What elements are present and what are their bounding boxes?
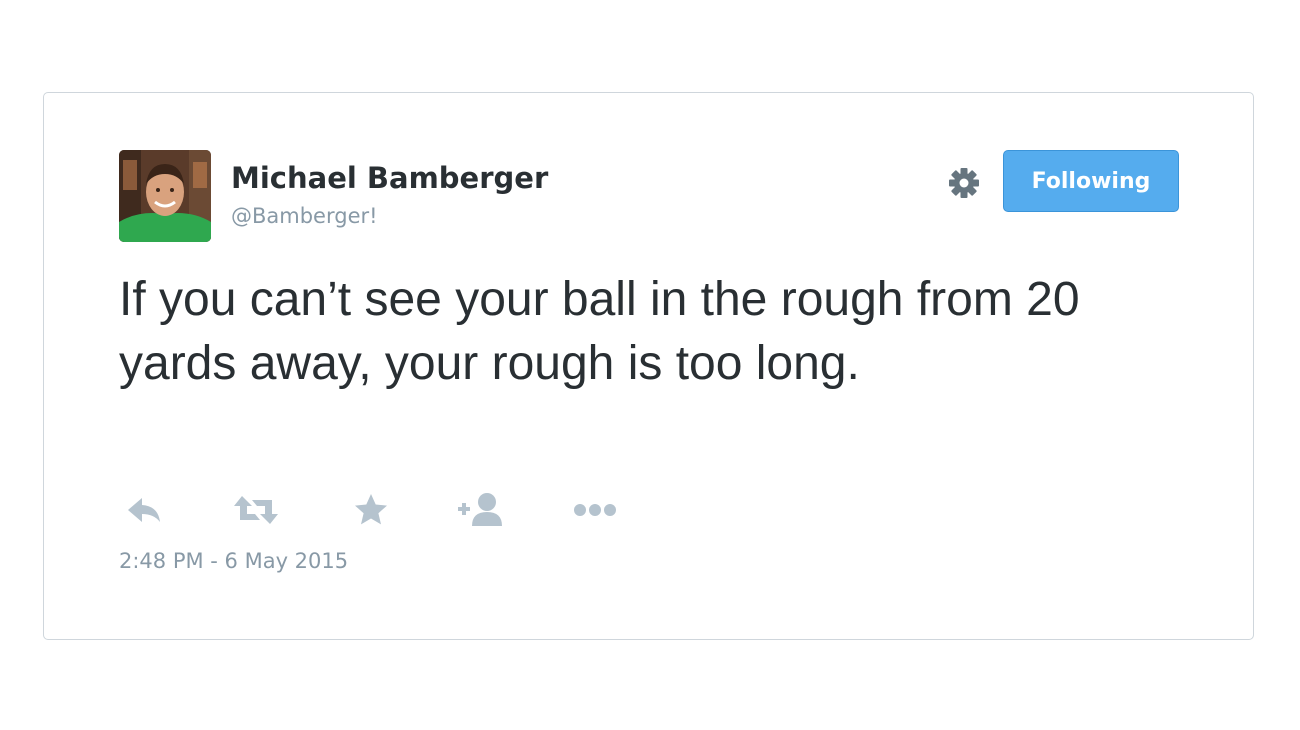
gear-icon[interactable] xyxy=(947,166,981,200)
author-handle[interactable]: @Bamberger! xyxy=(231,204,378,228)
avatar[interactable] xyxy=(119,150,211,242)
author-name[interactable]: Michael Bamberger xyxy=(231,161,548,195)
reply-icon[interactable] xyxy=(124,490,164,530)
tweet-text: If you can’t see your ball in the rough … xyxy=(119,273,1080,390)
favorite-star-icon[interactable] xyxy=(351,490,391,530)
avatar-photo xyxy=(119,150,211,242)
following-button[interactable]: Following xyxy=(1003,150,1179,212)
retweet-icon[interactable] xyxy=(232,490,280,530)
tweet-card: Michael Bamberger @Bamberger! Following … xyxy=(43,92,1254,640)
more-dots-icon[interactable] xyxy=(572,490,618,530)
tweet-timestamp[interactable]: 2:48 PM - 6 May 2015 xyxy=(119,549,348,573)
follow-add-user-icon[interactable] xyxy=(456,490,508,530)
